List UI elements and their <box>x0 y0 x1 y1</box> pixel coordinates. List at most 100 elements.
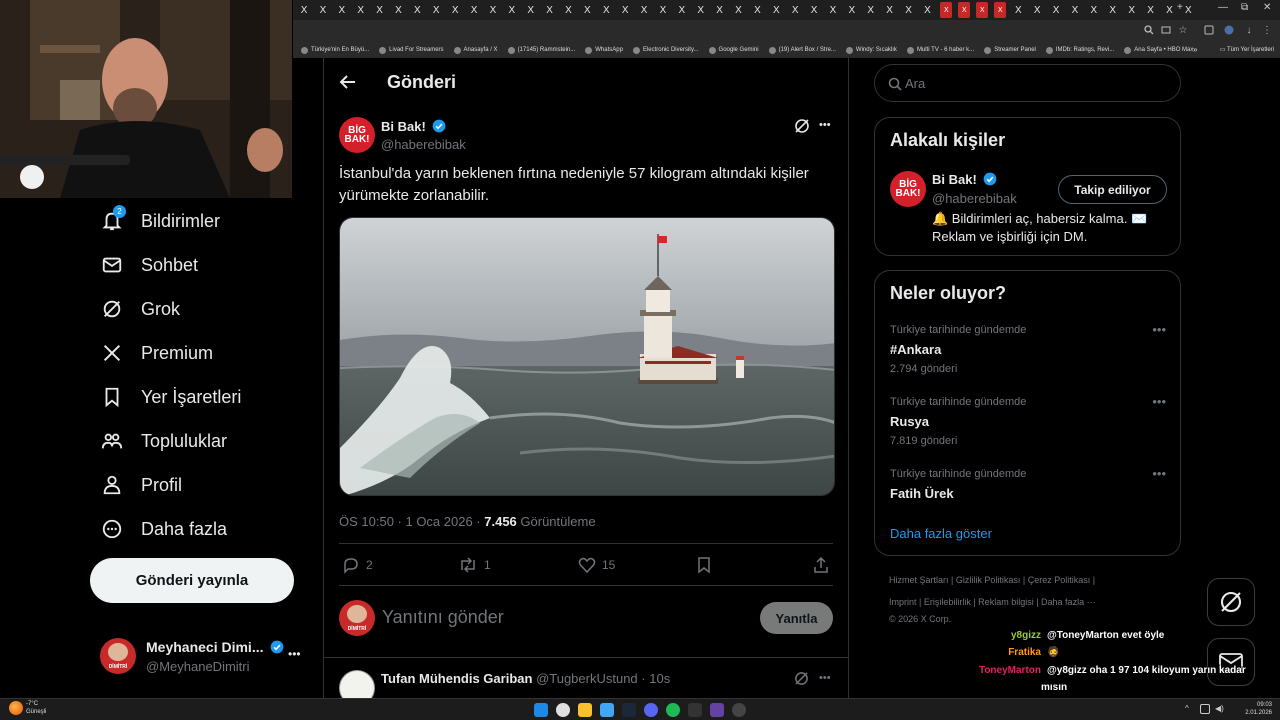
grok-explain-button[interactable] <box>794 118 810 139</box>
minimize-button[interactable]: — <box>1218 2 1228 13</box>
post-image[interactable] <box>339 217 835 496</box>
browser-tab[interactable]: X <box>522 2 540 18</box>
steam-icon[interactable] <box>622 703 636 717</box>
post-author-name[interactable]: Bi Bak! <box>381 119 426 134</box>
browser-tab[interactable]: X <box>484 2 502 18</box>
browser-tab[interactable]: X <box>559 2 577 18</box>
epic-games-icon[interactable] <box>688 703 702 717</box>
bookmark-item[interactable]: Windy: Sıcaklık <box>845 46 897 54</box>
browser-tab[interactable]: X <box>1160 2 1178 18</box>
browser-tab[interactable]: X <box>1142 2 1160 18</box>
browser-tab[interactable]: X <box>940 2 953 18</box>
file-explorer-icon[interactable] <box>578 703 592 717</box>
all-bookmarks-button[interactable]: ▭ Tüm Yer İşaretleri <box>1220 46 1274 53</box>
bookmark-item[interactable]: Ana Sayfa • HBO Max <box>1124 46 1193 54</box>
app-icon[interactable] <box>710 703 724 717</box>
search-taskbar-icon[interactable] <box>556 703 570 717</box>
browser-tab[interactable]: X <box>597 2 615 18</box>
obs-icon[interactable] <box>732 703 746 717</box>
extensions-icon[interactable] <box>1203 25 1215 37</box>
nav-item-more-circle[interactable]: Daha fazla <box>100 514 227 544</box>
browser-tab[interactable]: X <box>333 2 351 18</box>
browser-tab[interactable]: X <box>446 2 464 18</box>
post-more-icon[interactable]: ••• <box>819 119 831 131</box>
bookmark-item[interactable]: Google Gemini <box>708 46 759 54</box>
browser-tab[interactable]: X <box>1085 2 1103 18</box>
post-author-avatar[interactable]: BİG BAK! <box>339 117 375 153</box>
bookmark-action[interactable] <box>696 556 718 574</box>
trend-more-icon[interactable]: ••• <box>1152 394 1166 409</box>
volume-icon[interactable]: ◀) <box>1215 704 1224 713</box>
show-more-link[interactable]: Daha fazla göster <box>890 526 992 541</box>
bookmark-item[interactable]: Streamer Panel <box>984 46 1036 54</box>
trend-item[interactable]: Türkiye tarihinde gündemde Fatih Ürek ••• <box>890 466 1166 501</box>
browser-tab[interactable]: X <box>748 2 766 18</box>
bookmark-item[interactable]: Livad For Streamers <box>379 46 444 54</box>
nav-item-communities[interactable]: Topluluklar <box>100 426 227 456</box>
bookmark-item[interactable]: IMDb: Ratings, Revi... <box>1045 46 1114 54</box>
back-button[interactable] <box>339 73 357 96</box>
related-name[interactable]: Bi Bak! <box>932 172 977 187</box>
address-bar[interactable]: ☆ ↓ ⋮ <box>293 20 1280 42</box>
cast-icon[interactable] <box>1160 25 1172 37</box>
browser-tab[interactable]: X <box>541 2 559 18</box>
tray-chevron-icon[interactable]: ^ <box>1185 704 1189 713</box>
reply-input[interactable]: Yanıtını gönder <box>382 607 504 628</box>
following-button[interactable]: Takip ediliyor <box>1058 175 1167 204</box>
trend-item[interactable]: Türkiye tarihinde gündemde #Ankara 2.794 g… <box>890 322 1166 375</box>
reply-action[interactable]: 2 <box>342 556 373 574</box>
weather-widget[interactable]: -7°C Güneşli <box>26 700 46 716</box>
browser-tab[interactable]: X <box>408 2 426 18</box>
browser-tab[interactable]: X <box>427 2 445 18</box>
bookmark-item[interactable]: WhatsApp <box>585 46 623 54</box>
browser-tab[interactable]: X <box>1028 2 1046 18</box>
maximize-button[interactable]: ⧉ <box>1241 2 1248 13</box>
downloads-icon[interactable]: ↓ <box>1243 25 1255 37</box>
nav-item-grok[interactable]: Grok <box>100 294 180 324</box>
footer-line-2[interactable]: Imprint | Erişilebilirlik | Reklam bilgi… <box>889 597 1096 607</box>
nav-item-bookmark[interactable]: Yer İşaretleri <box>100 382 241 412</box>
browser-tab[interactable]: X <box>976 2 989 18</box>
post-button[interactable]: Gönderi yayınla <box>90 558 294 603</box>
browser-tab[interactable]: X <box>1009 2 1027 18</box>
browser-tab[interactable]: X <box>635 2 653 18</box>
star-icon[interactable]: ☆ <box>1177 25 1189 37</box>
browser-tab[interactable]: X <box>824 2 842 18</box>
bookmarks-overflow-button[interactable]: » <box>1193 45 1197 54</box>
share-action[interactable] <box>812 556 836 574</box>
trend-more-icon[interactable]: ••• <box>1152 322 1166 337</box>
trend-more-icon[interactable]: ••• <box>1152 466 1166 481</box>
spotify-icon[interactable] <box>666 703 680 717</box>
browser-tab[interactable]: X <box>616 2 634 18</box>
browser-tab[interactable]: X <box>767 2 785 18</box>
bookmark-item[interactable]: Anasayfa / X <box>453 46 498 54</box>
repost-action[interactable]: 1 <box>458 556 491 574</box>
reply-submit-button[interactable]: Yanıtla <box>760 602 833 634</box>
browser-tab[interactable]: X <box>862 2 880 18</box>
clock[interactable]: 09:03 2.01.2026 <box>1240 701 1272 717</box>
reply-more-icon[interactable]: ••• <box>819 672 831 684</box>
search-icon[interactable] <box>1143 25 1155 37</box>
browser-tab[interactable]: X <box>295 2 313 18</box>
close-window-button[interactable]: ✕ <box>1263 2 1271 13</box>
nav-item-x-logo[interactable]: Premium <box>100 338 213 368</box>
browser-tab[interactable]: X <box>786 2 804 18</box>
browser-tab[interactable]: X <box>692 2 710 18</box>
bookmark-item[interactable]: Multi TV - 6 haber k... <box>906 46 974 54</box>
start-icon[interactable] <box>534 703 548 717</box>
trend-item[interactable]: Türkiye tarihinde gündemde Rusya 7.819 gön… <box>890 394 1166 447</box>
related-handle[interactable]: @haberebibak <box>932 191 1017 206</box>
reply-author-handle[interactable]: @TugberkUstund <box>536 671 638 686</box>
browser-tab[interactable]: X <box>654 2 672 18</box>
browser-tab[interactable]: X <box>465 2 483 18</box>
search-bar[interactable]: Ara <box>874 64 1181 102</box>
grok-fab[interactable] <box>1207 578 1255 626</box>
browser-tab[interactable]: X <box>958 2 971 18</box>
related-avatar[interactable]: BİG BAK! <box>890 171 926 207</box>
browser-tab[interactable]: X <box>729 2 747 18</box>
browser-tab[interactable]: X <box>352 2 370 18</box>
browser-tab[interactable]: X <box>994 2 1007 18</box>
bookmark-item[interactable]: Electronic Diversity... <box>632 46 699 54</box>
bookmark-item[interactable]: Türkiye'nin En Büyü... <box>301 46 369 54</box>
like-action[interactable]: 15 <box>578 556 615 574</box>
